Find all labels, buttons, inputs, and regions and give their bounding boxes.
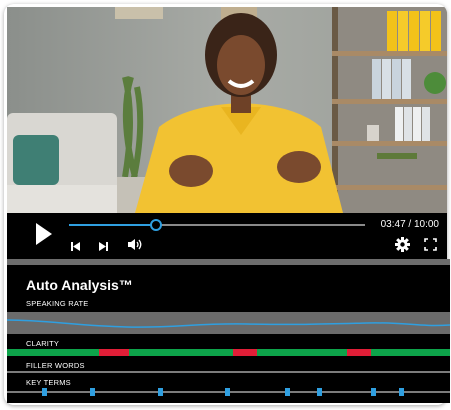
- play-icon: [36, 223, 52, 245]
- key-term-marker[interactable]: [370, 388, 376, 396]
- clarity-segment-poor: [346, 349, 371, 356]
- speaking-rate-track: [6, 312, 451, 334]
- key-term-marker[interactable]: [89, 388, 95, 396]
- volume-button[interactable]: [127, 238, 143, 251]
- key-term-marker[interactable]: [157, 388, 163, 396]
- clarity-segment-good: [7, 349, 99, 356]
- key-term-marker[interactable]: [316, 388, 322, 396]
- video-scene: [7, 7, 447, 213]
- play-button[interactable]: [34, 222, 54, 246]
- clarity-segment-poor: [98, 349, 129, 356]
- speaking-rate-line: [6, 319, 451, 328]
- key-term-marker[interactable]: [399, 388, 405, 396]
- key-term-marker[interactable]: [285, 388, 291, 396]
- skip-back-icon: [71, 242, 80, 251]
- key-term-marker[interactable]: [224, 388, 230, 396]
- time-display: 03:47 / 10:00: [380, 219, 439, 230]
- volume-icon: [128, 239, 142, 250]
- key-term-marker[interactable]: [42, 388, 48, 396]
- clarity-segment-poor: [232, 349, 257, 356]
- filler-words-track: [7, 371, 450, 373]
- clarity-bar: [7, 349, 450, 356]
- shelf-decor: [115, 7, 163, 19]
- progress-handle[interactable]: [150, 219, 163, 231]
- fullscreen-button[interactable]: [424, 238, 437, 251]
- settings-button[interactable]: [395, 237, 410, 252]
- progress-fill: [69, 224, 157, 226]
- bookshelf: [332, 7, 447, 213]
- clarity-segment-good: [256, 349, 347, 356]
- fullscreen-icon: [424, 238, 437, 251]
- skip-back-button[interactable]: [70, 239, 82, 251]
- gear-icon: [395, 237, 410, 252]
- clarity-segment-good: [128, 349, 233, 356]
- video-frame[interactable]: [7, 7, 447, 213]
- skip-forward-icon: [99, 242, 108, 251]
- skip-forward-button[interactable]: [98, 239, 110, 251]
- speaking-rate-label: SPEAKING RATE: [26, 299, 89, 308]
- clarity-label: CLARITY: [26, 339, 60, 348]
- filler-words-label: FILLER WORDS: [26, 361, 85, 370]
- key-terms-label: KEY TERMS: [26, 378, 71, 387]
- clarity-segment-good: [370, 349, 450, 356]
- analysis-title: Auto Analysis™: [26, 277, 133, 293]
